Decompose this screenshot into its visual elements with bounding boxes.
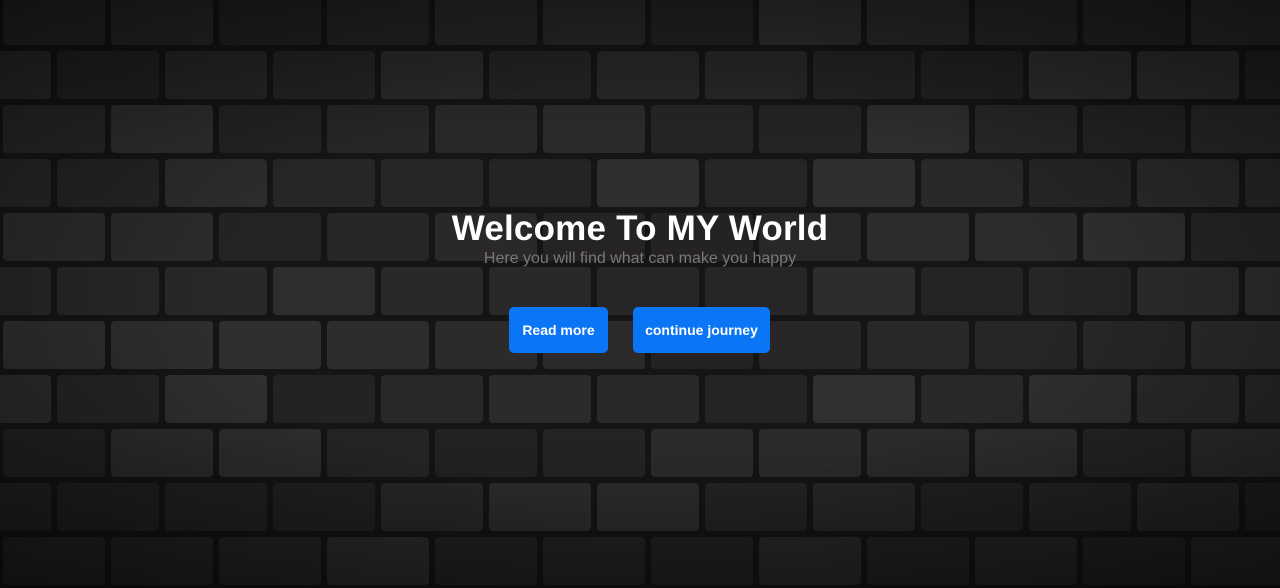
hero-section: Welcome To MY World Here you will find w… [0, 0, 1280, 588]
hero-subtitle: Here you will find what can make you hap… [483, 250, 797, 267]
hero-content: Welcome To MY World Here you will find w… [0, 0, 1280, 588]
read-more-button[interactable]: Read more [509, 307, 608, 353]
continue-journey-button[interactable]: continue journey [633, 307, 770, 353]
hero-title: Welcome To MY World [451, 209, 829, 248]
